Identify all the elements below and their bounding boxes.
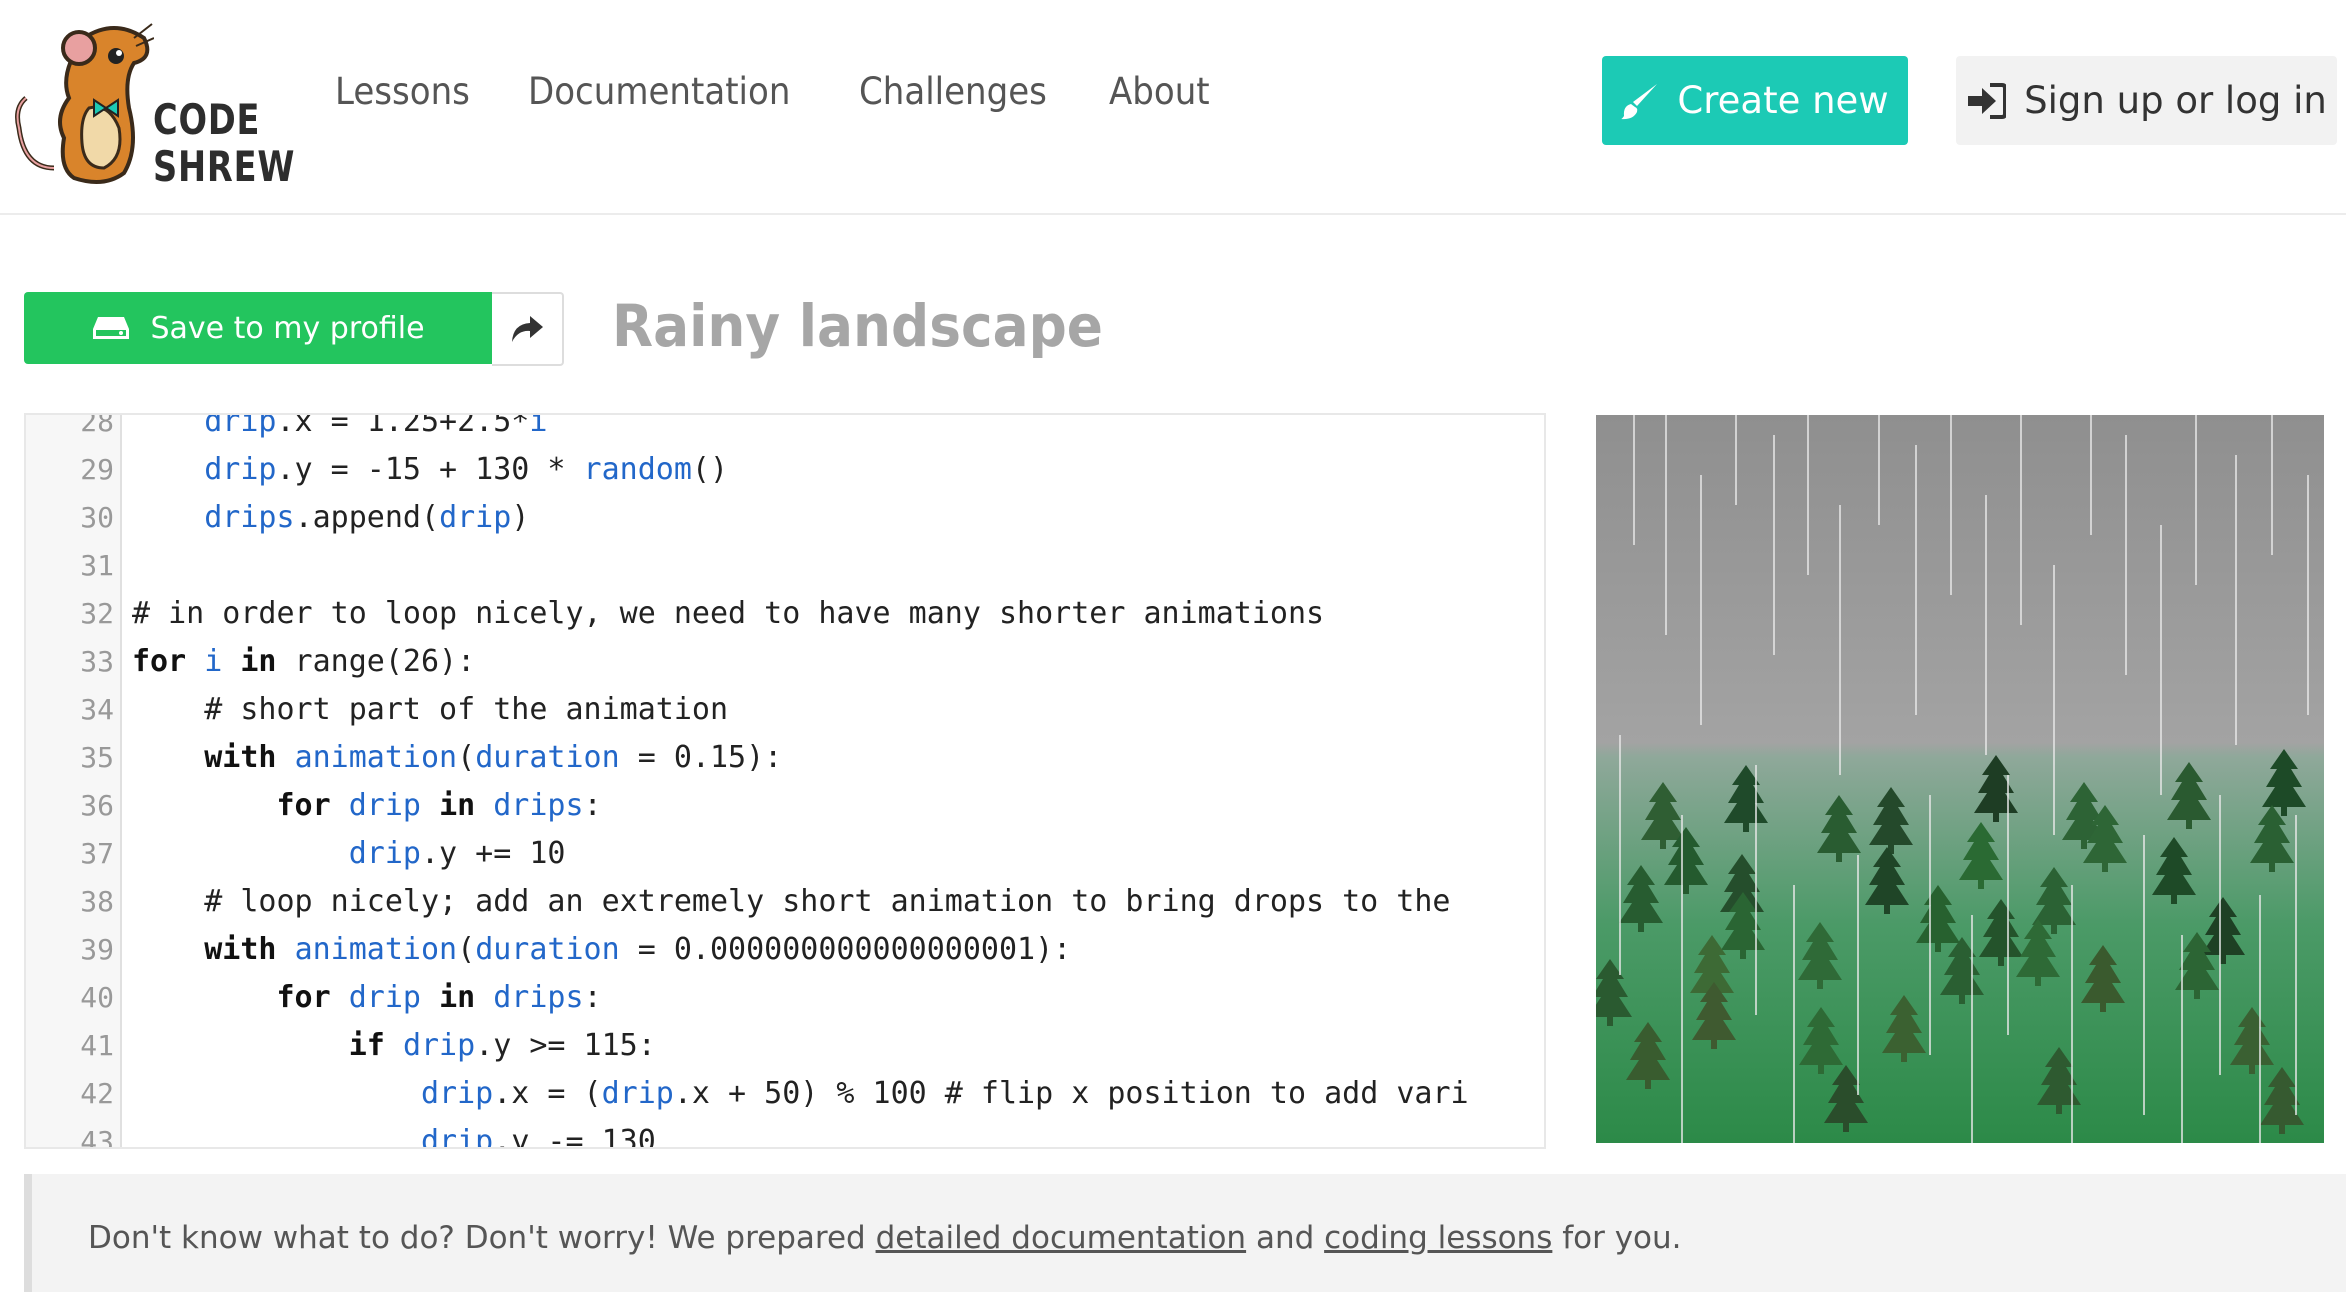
help-banner: Don't know what to do? Don't worry! We p… [24,1174,2346,1292]
nav-lessons[interactable]: Lessons [335,70,470,113]
code-text[interactable]: drip.y = -15 + 130 * random() [132,446,728,494]
brand-wordmark: CODE SHREW [153,96,295,190]
code-text[interactable]: # in order to loop nicely, we need to ha… [132,590,1324,638]
code-editor[interactable]: 28 drip.x = 1.25+2.5*i 29 drip.y = -15 +… [24,413,1546,1149]
code-text[interactable]: for drip in drips: [132,782,602,830]
sign-in-button[interactable]: Sign up or log in [1956,56,2337,145]
line-number: 42 [80,1077,114,1110]
code-text[interactable]: with animation(duration = 0.000000000000… [132,926,1071,974]
code-text[interactable]: # loop nicely; add an extremely short an… [132,878,1450,926]
line-number: 36 [80,789,114,822]
code-text[interactable]: for drip in drips: [132,974,602,1022]
brand-line-2: SHREW [153,142,296,191]
save-to-profile-label: Save to my profile [150,310,425,346]
create-new-button[interactable]: Create new [1602,56,1908,145]
paintbrush-icon [1621,83,1658,119]
code-text[interactable]: with animation(duration = 0.15): [132,734,782,782]
shrew-mascot-icon [15,23,155,184]
brand-logo[interactable]: CODE SHREW [14,18,294,190]
line-number: 34 [80,693,114,726]
nav-about[interactable]: About [1109,70,1210,113]
line-number: 29 [80,453,114,486]
code-text[interactable]: for i in range(26): [132,638,475,686]
save-to-profile-button[interactable]: Save to my profile [24,292,493,364]
share-arrow-icon [512,316,543,342]
nav-challenges[interactable]: Challenges [859,70,1047,113]
line-number: 40 [80,981,114,1014]
drive-icon [93,317,130,339]
code-text[interactable]: if drip.y >= 115: [132,1022,656,1070]
help-text: Don't know what to do? Don't worry! We p… [88,1220,1682,1256]
nav-documentation[interactable]: Documentation [528,70,790,113]
code-text[interactable]: # short part of the animation [132,686,728,734]
sign-in-label: Sign up or log in [2024,79,2327,122]
line-number: 39 [80,933,114,966]
line-number: 32 [80,597,114,630]
sign-in-icon [1968,82,2007,119]
top-header: CODE SHREW Lessons Documentation Challen… [0,0,2346,215]
line-number: 33 [80,645,114,678]
line-number: 30 [80,501,114,534]
line-number: 43 [80,1125,114,1149]
code-text[interactable]: drips.append(drip) [132,494,529,542]
line-number: 37 [80,837,114,870]
code-text[interactable]: drip.y -= 130 [132,1118,656,1147]
documentation-link[interactable]: detailed documentation [876,1220,1247,1256]
create-new-label: Create new [1677,79,1889,122]
help-text-middle: and [1246,1220,1325,1256]
line-number: 28 [80,413,114,438]
lessons-link[interactable]: coding lessons [1324,1220,1552,1256]
line-number: 35 [80,741,114,774]
main-nav: Lessons Documentation Challenges About [335,70,1219,113]
code-text[interactable]: drip.y += 10 [132,830,566,878]
output-preview-canvas [1596,415,2324,1143]
code-text[interactable]: drip.x = (drip.x + 50) % 100 # flip x po… [132,1070,1469,1118]
line-number: 38 [80,885,114,918]
code-text[interactable]: drip.x = 1.25+2.5*i [132,415,547,446]
line-number: 41 [80,1029,114,1062]
share-button[interactable] [492,292,564,366]
page-title: Rainy landscape [612,292,1104,360]
help-text-suffix: for you. [1552,1220,1682,1256]
line-number: 31 [80,549,114,582]
brand-line-1: CODE [153,95,261,144]
help-text-prefix: Don't know what to do? Don't worry! We p… [88,1220,876,1256]
